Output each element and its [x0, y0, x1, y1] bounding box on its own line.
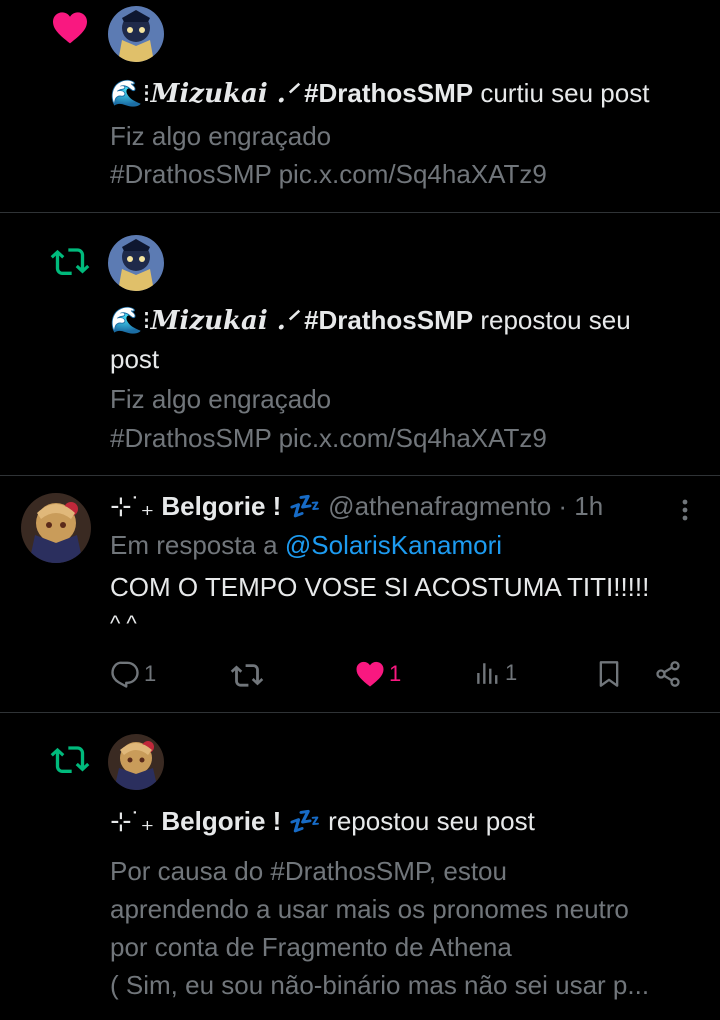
action-text: curtiu seu post: [480, 78, 650, 108]
post-preview-line[interactable]: Fiz algo engraçado: [110, 117, 331, 155]
reply-prefix: Em resposta a: [110, 530, 278, 560]
reply-count: 1: [144, 661, 157, 686]
separator: ·: [558, 491, 568, 521]
repost-icon: [50, 746, 90, 773]
user-name[interactable]: Mizukai .ᐟ: [151, 79, 297, 109]
post-preview-line[interactable]: Fiz algo engraçado: [110, 380, 331, 418]
name-prefix: ⊹˙₊: [110, 491, 155, 521]
user-name[interactable]: Belgorie !: [161, 491, 281, 521]
user-name[interactable]: Mizukai .ᐟ: [151, 306, 297, 336]
sleep-emoji: 💤: [288, 806, 321, 836]
post-preview-line[interactable]: por conta de Fragmento de Athena: [110, 928, 512, 966]
repost-icon: [230, 664, 264, 687]
action-text: repostou seu post: [328, 806, 535, 836]
reply-icon: [111, 661, 139, 688]
post-header: ⊹˙₊ Belgorie ! 💤 @athenafragmento · 1h: [110, 487, 603, 525]
heart-icon: [356, 661, 384, 687]
share-icon: [656, 661, 680, 687]
repost-icon: [50, 248, 90, 275]
bookmark-icon: [599, 661, 619, 687]
notification-text: 🌊⁝Mizukai .ᐟ #DrathosSMP curtiu seu post: [110, 74, 649, 113]
reply-button[interactable]: 1: [110, 660, 156, 688]
hashtag[interactable]: #DrathosSMP: [304, 78, 473, 108]
avatar[interactable]: [108, 235, 164, 291]
avatar[interactable]: [21, 493, 91, 563]
name-prefix: ⊹˙₊: [110, 806, 155, 836]
notification-repost[interactable]: 🌊⁝Mizukai .ᐟ #DrathosSMP repostou seu po…: [0, 213, 720, 475]
share-button[interactable]: [654, 660, 682, 688]
action-text-continued: post: [110, 344, 160, 374]
repost-button[interactable]: [230, 660, 264, 688]
views-button[interactable]: 1: [475, 660, 517, 686]
like-button[interactable]: 1: [355, 660, 401, 687]
user-name[interactable]: Belgorie !: [161, 806, 281, 836]
bookmark-button[interactable]: [596, 660, 622, 688]
notification-like[interactable]: 🌊⁝Mizukai .ᐟ #DrathosSMP curtiu seu post…: [0, 0, 720, 212]
sleep-emoji: 💤: [288, 491, 321, 521]
heart-icon: [53, 12, 87, 44]
avatar[interactable]: [108, 6, 164, 62]
reply-context: Em resposta a @SolarisKanamori: [110, 526, 502, 564]
post-preview-line[interactable]: #DrathosSMP pic.x.com/Sq4haXATz9: [110, 155, 547, 193]
post-preview-line[interactable]: ( Sim, eu sou não-binário mas não sei us…: [110, 966, 649, 1004]
emoji-prefix: 🌊⁝: [110, 78, 151, 108]
post-preview-line[interactable]: #DrathosSMP pic.x.com/Sq4haXATz9: [110, 419, 547, 457]
post-text: COM O TEMPO VOSE SI ACOSTUMA TITI!!!!!: [110, 572, 650, 602]
more-options-icon[interactable]: [681, 498, 689, 522]
notification-text: ⊹˙₊ Belgorie ! 💤 repostou seu post: [110, 802, 535, 840]
timestamp[interactable]: 1h: [574, 491, 603, 521]
post-text: ^ ^: [110, 611, 137, 636]
notification-text: 🌊⁝Mizukai .ᐟ #DrathosSMP repostou seu: [110, 301, 631, 340]
emoji-prefix: 🌊⁝: [110, 305, 151, 335]
post-preview-line[interactable]: aprendendo a usar mais os pronomes neutr…: [110, 890, 629, 928]
post-preview-line[interactable]: Por causa do #DrathosSMP, estou: [110, 852, 507, 890]
like-count: 1: [389, 660, 402, 686]
views-icon: [477, 663, 498, 684]
hashtag[interactable]: #DrathosSMP: [304, 305, 473, 335]
action-text: repostou seu: [480, 305, 631, 335]
views-count: 1: [505, 660, 518, 685]
user-handle[interactable]: @athenafragmento: [328, 491, 551, 521]
reply-to-link[interactable]: @SolarisKanamori: [285, 530, 502, 560]
avatar[interactable]: [108, 734, 164, 790]
